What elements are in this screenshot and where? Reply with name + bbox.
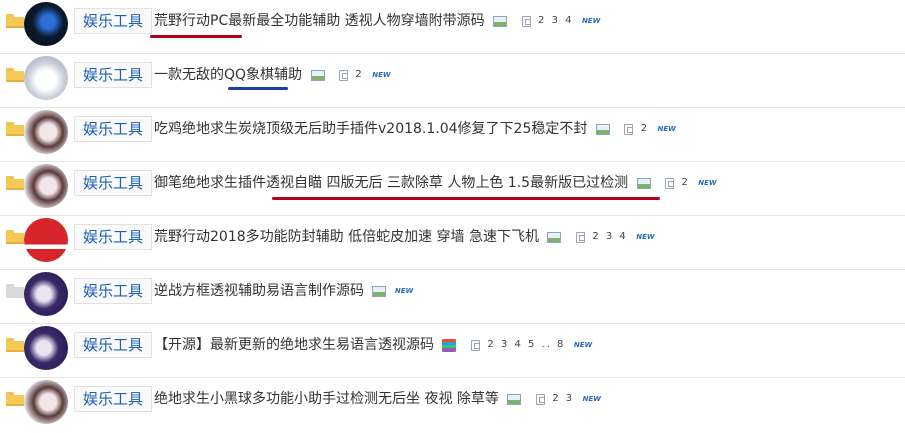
- page-links[interactable]: 2 3 4: [592, 231, 627, 242]
- page-links[interactable]: 2: [681, 177, 689, 188]
- thread-title-text[interactable]: 吃鸡绝地求生炭烧顶级无后助手插件v2018.1.04修复了下25稳定不封: [154, 121, 587, 137]
- folder-icon: [6, 122, 24, 136]
- new-badge: NEW: [394, 287, 414, 295]
- page-links[interactable]: 2: [355, 69, 363, 80]
- avatar[interactable]: [24, 164, 68, 208]
- multipage-icon: [338, 69, 348, 81]
- folder-icon: [6, 176, 24, 190]
- category-tag[interactable]: 娱乐工具: [74, 332, 153, 358]
- thread-title-text[interactable]: 一款无敌的QQ象棋辅助: [154, 67, 302, 83]
- thread-title[interactable]: 【开源】最新更新的绝地求生易语言透视源码 2 3 4 5 .. 8 NEW: [154, 334, 592, 356]
- folder-icon: [6, 338, 24, 352]
- thread-title[interactable]: 逆战方框透视辅助易语言制作源码 NEW: [154, 280, 413, 302]
- thread-row[interactable]: 娱乐工具 吃鸡绝地求生炭烧顶级无后助手插件v2018.1.04修复了下25稳定不…: [0, 108, 905, 162]
- new-badge: NEW: [372, 71, 391, 79]
- page-links[interactable]: 2 3: [552, 393, 574, 404]
- folder-icon: [6, 68, 24, 82]
- folder-icon: [6, 14, 24, 28]
- thread-title[interactable]: 荒野行动PC最新最全功能辅助 透视人物穿墙附带源码 2 3 4 NEW: [154, 10, 600, 32]
- new-badge: NEW: [657, 125, 676, 133]
- avatar[interactable]: [24, 272, 68, 316]
- thread-row[interactable]: 娱乐工具 【开源】最新更新的绝地求生易语言透视源码 2 3 4 5 .. 8 N…: [0, 324, 905, 378]
- thread-title-text[interactable]: 荒野行动PC最新最全功能辅助 透视人物穿墙附带源码: [154, 13, 485, 29]
- thread-row[interactable]: 娱乐工具 逆战方框透视辅助易语言制作源码 NEW: [0, 270, 905, 324]
- folder-icon: [6, 284, 24, 298]
- multipage-icon: [521, 15, 531, 27]
- image-attachment-icon: [310, 69, 325, 81]
- avatar[interactable]: [24, 326, 68, 370]
- thread-row[interactable]: 娱乐工具 荒野行动2018多功能防封辅助 低倍蛇皮加速 穿墙 急速下飞机 2 3…: [0, 216, 905, 270]
- new-badge: NEW: [573, 341, 593, 349]
- category-tag[interactable]: 娱乐工具: [74, 224, 153, 250]
- multipage-icon: [470, 339, 480, 351]
- highlight-underline: [272, 197, 660, 200]
- page-links[interactable]: 2 3 4: [538, 15, 573, 26]
- new-badge: NEW: [636, 233, 655, 241]
- category-tag[interactable]: 娱乐工具: [74, 170, 153, 196]
- multipage-icon: [575, 231, 585, 243]
- image-attachment-icon: [372, 285, 387, 297]
- folder-icon: [6, 230, 24, 244]
- thread-row[interactable]: 娱乐工具 绝地求生小黑球多功能小助手过检测无后坐 夜视 除草等 2 3 NEW: [0, 378, 905, 432]
- category-tag[interactable]: 娱乐工具: [74, 386, 153, 412]
- thread-title[interactable]: 吃鸡绝地求生炭烧顶级无后助手插件v2018.1.04修复了下25稳定不封 2 N…: [154, 118, 676, 140]
- image-attachment-icon: [636, 177, 651, 189]
- avatar[interactable]: [24, 2, 68, 46]
- highlight-underline: [150, 35, 242, 38]
- thread-title[interactable]: 一款无敌的QQ象棋辅助 2 NEW: [154, 64, 391, 86]
- thread-title-text[interactable]: 御笔绝地求生插件透视自瞄 四版无后 三款除草 人物上色 1.5最新版已过检测: [154, 175, 628, 191]
- thread-title-text[interactable]: 绝地求生小黑球多功能小助手过检测无后坐 夜视 除草等: [154, 391, 499, 407]
- new-badge: NEW: [581, 17, 601, 25]
- thread-row[interactable]: 娱乐工具 一款无敌的QQ象棋辅助 2 NEW: [0, 54, 905, 108]
- page-links[interactable]: 2 3 4 5 .. 8: [487, 339, 565, 350]
- avatar[interactable]: [24, 56, 68, 100]
- new-badge: NEW: [582, 395, 601, 403]
- avatar[interactable]: [24, 218, 68, 262]
- image-attachment-icon: [507, 393, 522, 405]
- thread-row[interactable]: 娱乐工具 荒野行动PC最新最全功能辅助 透视人物穿墙附带源码 2 3 4 NEW: [0, 0, 905, 54]
- thread-title-text[interactable]: 【开源】最新更新的绝地求生易语言透视源码: [154, 337, 434, 353]
- image-attachment-icon: [595, 123, 610, 135]
- thread-title[interactable]: 绝地求生小黑球多功能小助手过检测无后坐 夜视 除草等 2 3 NEW: [154, 388, 601, 410]
- new-badge: NEW: [698, 179, 717, 187]
- multipage-icon: [535, 393, 545, 405]
- avatar[interactable]: [24, 110, 68, 154]
- multipage-icon: [664, 177, 674, 189]
- category-tag[interactable]: 娱乐工具: [74, 116, 153, 142]
- thread-title-text[interactable]: 逆战方框透视辅助易语言制作源码: [154, 283, 364, 299]
- thread-row[interactable]: 娱乐工具 御笔绝地求生插件透视自瞄 四版无后 三款除草 人物上色 1.5最新版已…: [0, 162, 905, 216]
- category-tag[interactable]: 娱乐工具: [74, 278, 153, 304]
- thread-title-text[interactable]: 荒野行动2018多功能防封辅助 低倍蛇皮加速 穿墙 急速下飞机: [154, 229, 539, 245]
- page-links[interactable]: 2: [641, 123, 649, 134]
- folder-icon: [6, 392, 24, 406]
- highlight-underline: [228, 87, 288, 90]
- image-attachment-icon: [547, 231, 562, 243]
- avatar[interactable]: [24, 380, 68, 424]
- category-tag[interactable]: 娱乐工具: [74, 62, 153, 88]
- thread-title[interactable]: 御笔绝地求生插件透视自瞄 四版无后 三款除草 人物上色 1.5最新版已过检测 2…: [154, 172, 717, 194]
- image-attachment-icon: [493, 15, 508, 27]
- multipage-icon: [624, 123, 634, 135]
- thread-title[interactable]: 荒野行动2018多功能防封辅助 低倍蛇皮加速 穿墙 急速下飞机 2 3 4 NE…: [154, 226, 655, 248]
- category-tag[interactable]: 娱乐工具: [74, 8, 153, 34]
- digest-icon: [442, 338, 457, 352]
